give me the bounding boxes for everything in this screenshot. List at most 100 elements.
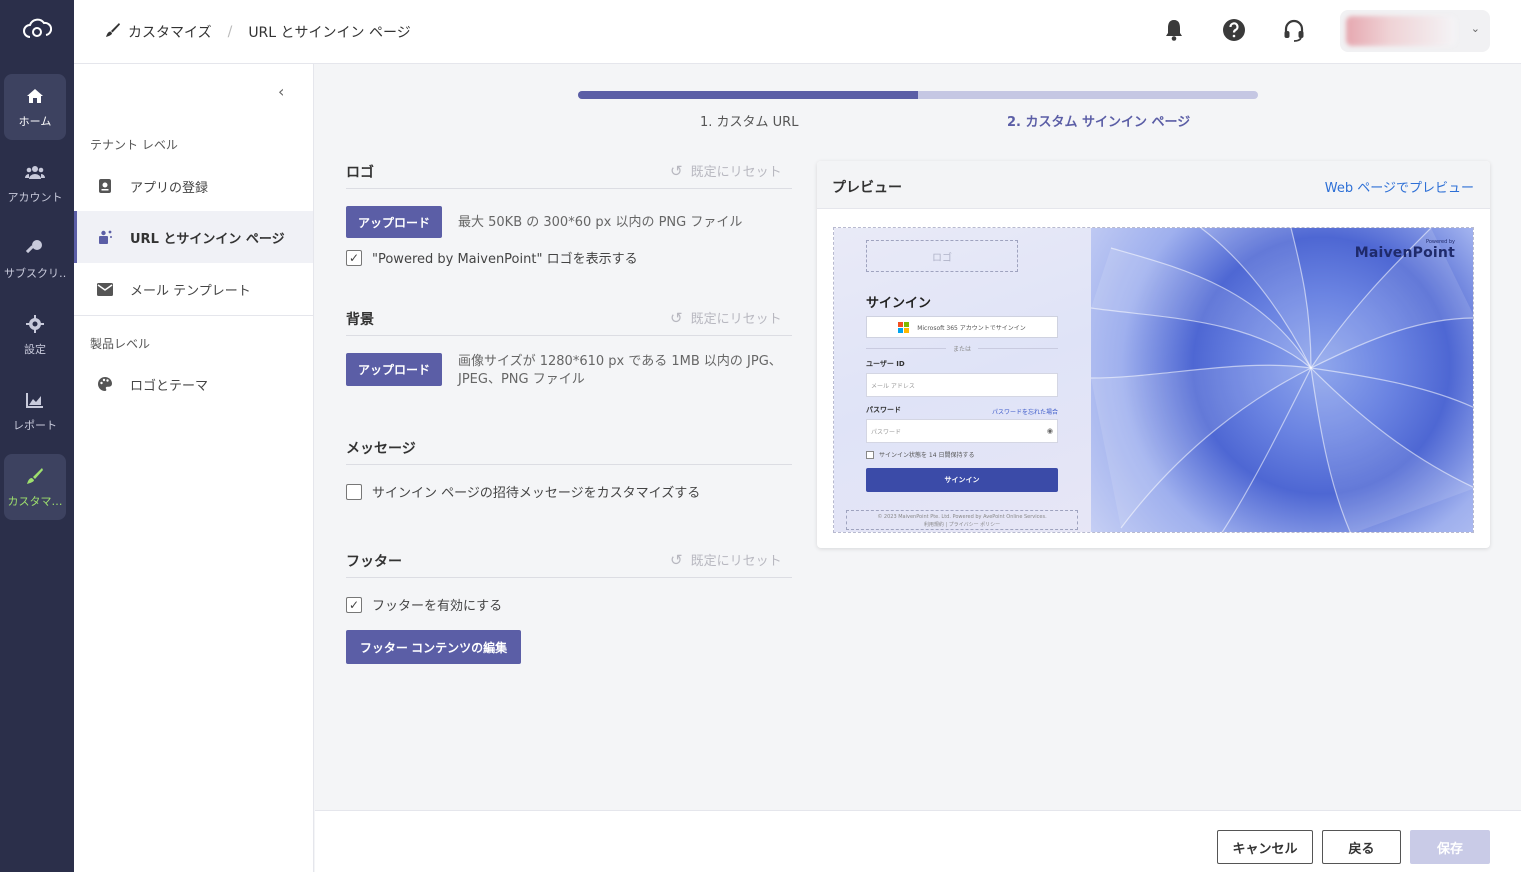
user-menu[interactable]: ⌄ bbox=[1340, 10, 1490, 52]
chart-icon bbox=[24, 389, 46, 411]
mockup-footer-line2: 利用規約 | プライバシー ポリシー bbox=[923, 522, 1001, 528]
rail-item-home[interactable]: ホーム bbox=[4, 74, 66, 140]
breadcrumb-current: URL とサインイン ページ bbox=[248, 25, 411, 41]
app-logo[interactable] bbox=[0, 0, 74, 64]
mockup-forgot-link: パスワードを忘れた場合 bbox=[992, 409, 1059, 416]
save-button[interactable]: 保存 bbox=[1410, 830, 1490, 864]
product-level-heading: 製品レベル bbox=[90, 337, 151, 351]
mockup-keep-signed-in: サインイン状態を 14 日間保持する bbox=[866, 450, 974, 459]
reset-icon: ↺ bbox=[670, 308, 683, 327]
top-header: カスタマイズ / URL とサインイン ページ ⌄ bbox=[74, 0, 1521, 64]
subnav-item-mail-template[interactable]: メール テンプレート bbox=[74, 263, 313, 315]
reset-label: 既定にリセット bbox=[690, 165, 782, 180]
notification-bell-icon[interactable] bbox=[1162, 18, 1186, 42]
footer-enable-checkbox-row[interactable]: ✓ フッターを有効にする bbox=[346, 595, 502, 614]
mockup-or-divider: または bbox=[866, 344, 1058, 353]
mockup-footer: © 2023 MaivenPoint Pte. Ltd. Powered by … bbox=[846, 510, 1078, 530]
breadcrumb: カスタマイズ / URL とサインイン ページ bbox=[106, 22, 411, 42]
background-hint-line1: 画像サイズが 1280*610 px である 1MB 以内の JPG、 bbox=[458, 354, 782, 369]
preview-web-link[interactable]: Web ページでプレビュー bbox=[1325, 177, 1474, 196]
mockup-user-id-label: ユーザー ID bbox=[866, 360, 905, 368]
footer-reset-button[interactable]: ↺ 既定にリセット bbox=[670, 550, 782, 570]
main-content: 1. カスタム URL 2. カスタム サインイン ページ ロゴ ↺ 既定にリセ… bbox=[315, 64, 1521, 810]
check-icon: ✓ bbox=[348, 597, 360, 612]
mockup-password-label: パスワード bbox=[866, 406, 901, 414]
avatar bbox=[1346, 16, 1456, 46]
mockup-keep-checkbox bbox=[866, 450, 874, 459]
subnav-item-url-signin[interactable]: URL とサインイン ページ bbox=[74, 211, 313, 263]
section-divider bbox=[346, 335, 792, 336]
preview-title: プレビュー bbox=[832, 180, 902, 196]
rail-item-customize[interactable]: カスタマ… bbox=[4, 454, 66, 520]
check-icon: ✓ bbox=[348, 250, 360, 265]
background-section-title: 背景 bbox=[346, 312, 374, 328]
subnav-item-logo-theme[interactable]: ロゴとテーマ bbox=[74, 358, 313, 410]
rail-label-report: レポート bbox=[13, 419, 57, 432]
eye-icon: ◉ bbox=[1046, 427, 1053, 435]
subnav-label: アプリの登録 bbox=[130, 180, 209, 196]
cloud-logo-icon bbox=[22, 17, 53, 47]
rail-item-account[interactable]: アカウント bbox=[4, 150, 66, 216]
left-rail: ホーム アカウント サブスクリ… 設定 レポート カスタマ… bbox=[0, 0, 74, 872]
logo-reset-button[interactable]: ↺ 既定にリセット bbox=[670, 161, 782, 181]
mockup-password-placeholder: パスワード bbox=[871, 428, 902, 436]
mockup-powered-by-logo: Powered by MaivenPoint bbox=[1355, 239, 1455, 261]
app-registration-icon bbox=[96, 177, 114, 195]
step-1-label[interactable]: 1. カスタム URL bbox=[700, 111, 798, 130]
microsoft-logo-icon bbox=[898, 321, 910, 333]
secondary-nav: ‹ テナント レベル アプリの登録 URL とサインイン ページ メール テンプ… bbox=[74, 64, 314, 872]
logo-upload-button[interactable]: アップロード bbox=[346, 206, 442, 238]
step-progress-fill bbox=[578, 91, 918, 99]
rail-item-report[interactable]: レポート bbox=[4, 378, 66, 444]
powered-by-checkbox-row[interactable]: ✓ "Powered by MaivenPoint" ロゴを表示する bbox=[346, 248, 638, 267]
footer-section-title: フッター bbox=[346, 554, 402, 570]
message-checkbox-row[interactable]: サインイン ページの招待メッセージをカスタマイズする bbox=[346, 482, 700, 501]
preview-panel: プレビュー Web ページでプレビュー ロゴ サインイン Microsoft 3… bbox=[817, 161, 1490, 548]
back-button[interactable]: 戻る bbox=[1322, 830, 1401, 864]
message-checkbox-label: サインイン ページの招待メッセージをカスタマイズする bbox=[372, 486, 701, 501]
mockup-signin-button: サインイン bbox=[866, 468, 1058, 492]
palette-icon bbox=[96, 375, 114, 393]
cancel-button[interactable]: キャンセル bbox=[1217, 830, 1313, 864]
mail-icon bbox=[96, 280, 114, 298]
section-divider bbox=[346, 577, 792, 578]
reset-label: 既定にリセット bbox=[690, 312, 782, 327]
rail-label-settings: 設定 bbox=[24, 343, 46, 356]
url-signin-icon bbox=[96, 228, 114, 246]
tenant-level-heading: テナント レベル bbox=[90, 138, 178, 152]
rail-label-subscription: サブスクリ… bbox=[4, 267, 66, 280]
step-progress-bar bbox=[578, 91, 1258, 99]
rail-label-home: ホーム bbox=[18, 115, 52, 128]
powered-by-checkbox[interactable]: ✓ bbox=[346, 249, 362, 266]
reset-label: 既定にリセット bbox=[690, 554, 782, 569]
signin-page-mockup: ロゴ サインイン Microsoft 365 アカウントでサインイン または ユ… bbox=[833, 227, 1474, 533]
help-icon[interactable] bbox=[1222, 18, 1246, 42]
key-icon bbox=[24, 237, 46, 259]
collapse-chevron-left-icon[interactable]: ‹ bbox=[278, 82, 284, 101]
section-divider bbox=[346, 188, 792, 189]
edit-footer-content-button[interactable]: フッター コンテンツの編集 bbox=[346, 630, 521, 664]
headset-support-icon[interactable] bbox=[1282, 18, 1306, 42]
mockup-email-input: メール アドレス bbox=[866, 373, 1058, 397]
gear-icon bbox=[24, 313, 46, 335]
brush-icon bbox=[106, 23, 120, 41]
mockup-password-input: パスワード ◉ bbox=[866, 419, 1058, 443]
subnav-label: メール テンプレート bbox=[130, 283, 251, 299]
footer-enable-checkbox[interactable]: ✓ bbox=[346, 596, 362, 613]
swirl-background-graphic bbox=[1091, 228, 1473, 532]
mockup-background-image: Powered by MaivenPoint bbox=[1091, 228, 1473, 532]
breadcrumb-root[interactable]: カスタマイズ bbox=[128, 22, 212, 42]
subnav-item-app-registration[interactable]: アプリの登録 bbox=[74, 160, 313, 212]
mockup-keep-label: サインイン状態を 14 日間保持する bbox=[879, 452, 975, 459]
mockup-microsoft-label: Microsoft 365 アカウントでサインイン bbox=[917, 324, 1026, 332]
footer-enable-label: フッターを有効にする bbox=[372, 599, 503, 614]
message-checkbox[interactable] bbox=[346, 483, 362, 500]
message-section-title: メッセージ bbox=[346, 441, 416, 457]
breadcrumb-separator: / bbox=[227, 24, 233, 40]
step-2-label: 2. カスタム サインイン ページ bbox=[1007, 115, 1191, 130]
background-reset-button[interactable]: ↺ 既定にリセット bbox=[670, 308, 782, 328]
background-upload-button[interactable]: アップロード bbox=[346, 353, 442, 386]
rail-item-subscription[interactable]: サブスクリ… bbox=[4, 226, 66, 292]
rail-item-settings[interactable]: 設定 bbox=[4, 302, 66, 368]
rail-label-customize: カスタマ… bbox=[7, 495, 63, 508]
